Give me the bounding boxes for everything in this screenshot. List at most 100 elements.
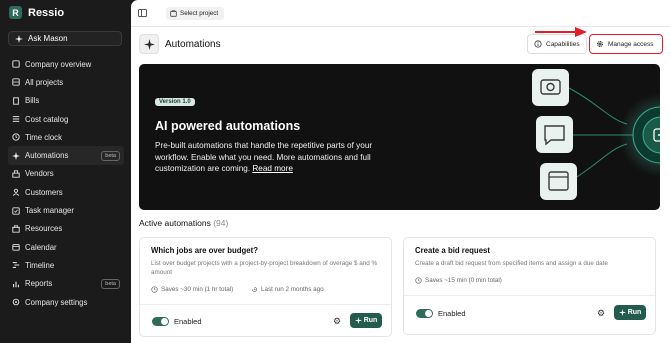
hero-illustration xyxy=(532,69,660,200)
hero-title: AI powered automations xyxy=(155,119,301,133)
logo-icon: R xyxy=(9,6,22,19)
bills-icon xyxy=(12,97,20,105)
sidebar-item-customers[interactable]: Customers xyxy=(8,183,124,201)
card-title: Create a bid request xyxy=(415,246,490,255)
page-title: Automations xyxy=(165,38,221,50)
sidebar-toggle-icon[interactable] xyxy=(138,9,147,17)
sidebar-item-company-overview[interactable]: Company overview xyxy=(8,55,124,73)
last-run-text: Last run 2 months ago xyxy=(261,286,324,293)
projects-icon xyxy=(12,78,20,87)
saves-text: Saves ~30 min (1 hr total) xyxy=(161,286,234,293)
automation-card[interactable]: Create a bid request Create a draft bid … xyxy=(403,237,656,335)
card-description: List over budget projects with a project… xyxy=(151,260,378,276)
sidebar-item-reports[interactable]: Reports beta xyxy=(8,275,124,293)
sidebar-item-label: Company settings xyxy=(25,297,88,307)
sidebar-item-label: Resources xyxy=(25,224,63,234)
card-title: Which jobs are over budget? xyxy=(151,246,259,255)
calendar-tile xyxy=(540,163,577,200)
camera-tile xyxy=(532,69,569,106)
sparkle-icon xyxy=(618,309,626,316)
company-icon xyxy=(12,60,20,68)
sidebar-item-label: Time clock xyxy=(25,132,62,142)
sidebar-item-company-settings[interactable]: Company settings xyxy=(8,293,124,311)
enabled-toggle[interactable] xyxy=(416,309,433,318)
divider xyxy=(404,295,655,296)
ask-mason-button[interactable]: Ask Mason xyxy=(8,31,122,46)
sidebar-item-label: Bills xyxy=(25,96,40,106)
sidebar-item-all-projects[interactable]: All projects xyxy=(8,73,124,91)
sidebar-item-label: Automations xyxy=(25,151,69,161)
sidebar-item-label: Cost catalog xyxy=(25,114,69,124)
time-saved: Saves ~15 min (0 min total) xyxy=(415,277,502,284)
divider xyxy=(140,304,391,305)
sidebar-item-resources[interactable]: Resources xyxy=(8,220,124,238)
beta-badge: beta xyxy=(101,278,120,289)
sidebar: R Ressio Ask Mason Company overview All … xyxy=(0,0,131,343)
enabled-label: Enabled xyxy=(438,309,466,318)
read-more-link[interactable]: Read more xyxy=(252,164,293,173)
sidebar-item-label: Timeline xyxy=(25,260,55,270)
sidebar-item-bills[interactable]: Bills xyxy=(8,92,124,110)
active-automations-heading: Active automations (94) xyxy=(139,218,228,228)
sidebar-item-task-manager[interactable]: Task manager xyxy=(8,201,124,219)
project-icon xyxy=(170,10,177,17)
saves-text: Saves ~15 min (0 min total) xyxy=(425,277,502,284)
sidebar-item-automations[interactable]: Automations beta xyxy=(8,146,124,165)
automation-count: (94) xyxy=(213,218,229,228)
sidebar-item-label: All projects xyxy=(25,77,64,87)
run-button[interactable]: Run xyxy=(614,305,646,320)
resources-icon xyxy=(12,225,20,233)
sidebar-item-label: Customers xyxy=(25,187,63,197)
run-button[interactable]: Run xyxy=(350,313,382,328)
brand[interactable]: R Ressio xyxy=(9,6,64,19)
calendar-icon xyxy=(12,243,20,251)
timeline-icon xyxy=(12,261,20,269)
clock-icon xyxy=(415,277,422,284)
sidebar-item-cost-catalog[interactable]: Cost catalog xyxy=(8,110,124,128)
settings-icon xyxy=(12,298,20,306)
time-saved: Saves ~30 min (1 hr total) xyxy=(151,286,233,293)
enabled-toggle[interactable] xyxy=(152,317,169,326)
card-description: Create a draft bid request from specifie… xyxy=(415,260,608,267)
manage-access-button[interactable]: Manage access xyxy=(589,34,663,54)
ask-mason-label: Ask Mason xyxy=(28,34,68,43)
select-project-label: Select project xyxy=(180,10,219,17)
automation-card[interactable]: Which jobs are over budget? List over bu… xyxy=(139,237,392,337)
gear-icon[interactable]: ⚙ xyxy=(333,316,341,327)
hero-banner: Version 1.0 AI powered automations Pre-b… xyxy=(139,64,660,210)
chat-tile xyxy=(536,116,573,153)
select-project-button[interactable]: Select project xyxy=(166,7,225,20)
sidebar-item-timeline[interactable]: Timeline xyxy=(8,256,124,274)
sidebar-item-label: Vendors xyxy=(25,169,54,179)
info-icon xyxy=(534,40,542,48)
red-arrow-annotation xyxy=(535,27,587,37)
hero-description: Pre-built automations that handle the re… xyxy=(155,140,395,175)
automation-icon xyxy=(12,151,20,160)
enabled-label: Enabled xyxy=(174,317,202,326)
sidebar-item-label: Task manager xyxy=(25,206,74,216)
gear-icon[interactable]: ⚙ xyxy=(597,308,605,319)
sidebar-item-vendors[interactable]: Vendors xyxy=(8,165,124,183)
run-label: Run xyxy=(363,317,378,324)
app-name: Ressio xyxy=(28,6,65,19)
sidebar-item-label: Calendar xyxy=(25,242,57,252)
page-header: Automations xyxy=(139,34,221,54)
tasks-icon xyxy=(12,206,20,215)
last-run: Last run 2 months ago xyxy=(251,286,324,293)
manage-access-label: Manage access xyxy=(608,40,654,48)
topbar: Select project xyxy=(131,0,670,27)
vendors-icon xyxy=(12,170,20,178)
main-content: Select project Automations Capabilities … xyxy=(131,0,670,343)
beta-badge: beta xyxy=(101,150,120,161)
sparkle-icon xyxy=(15,34,23,43)
sidebar-item-time-clock[interactable]: Time clock xyxy=(8,128,124,146)
gear-icon xyxy=(597,41,603,47)
sidebar-item-label: Company overview xyxy=(25,59,92,69)
version-badge: Version 1.0 xyxy=(155,98,195,106)
sidebar-item-calendar[interactable]: Calendar xyxy=(8,238,124,256)
run-label: Run xyxy=(627,309,642,316)
customers-icon xyxy=(12,188,20,197)
reports-icon xyxy=(12,280,20,288)
sidebar-nav: Company overview All projects Bills Cost… xyxy=(8,55,124,311)
clock-icon xyxy=(12,133,20,142)
